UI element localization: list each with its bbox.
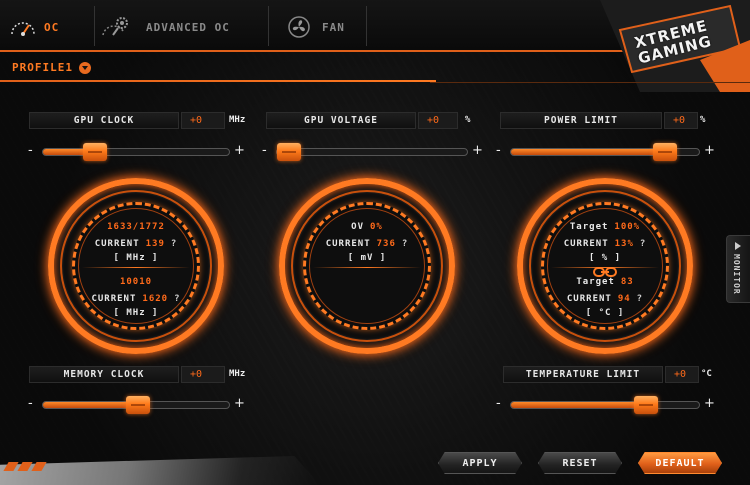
apply-button[interactable]: APPLY — [438, 452, 522, 474]
ov-row: OV 0% — [351, 222, 383, 232]
slider-plus[interactable]: + — [704, 396, 715, 412]
slider-plus[interactable]: + — [234, 143, 245, 159]
expand-arrow-icon — [735, 242, 741, 250]
brand-logo: XTREME GAMING — [580, 0, 750, 92]
slider-track[interactable] — [42, 396, 230, 414]
voltage-unit-readout: [ mV ] — [347, 253, 387, 263]
slider-minus[interactable]: - — [28, 143, 33, 159]
temperature-target-row: Target 83 — [576, 277, 634, 287]
power-limit-unit: % — [700, 115, 706, 125]
power-limit-value[interactable]: +0 — [664, 112, 698, 129]
gpu-clock-label: GPU CLOCK — [29, 112, 179, 129]
tab-divider — [94, 6, 95, 46]
bottom-decoration — [0, 456, 320, 485]
gpu-clock-readout: 1633/1772 — [107, 222, 165, 232]
temperature-limit-unit: °C — [701, 369, 712, 379]
gpu-voltage-slider[interactable]: - + — [262, 143, 484, 161]
slider-track[interactable] — [510, 396, 700, 414]
temperature-unit-readout: [ °C ] — [585, 308, 625, 318]
slider-thumb[interactable] — [125, 396, 150, 414]
stripe-decoration — [3, 462, 47, 471]
slider-fill — [43, 402, 138, 408]
header-divider — [430, 82, 750, 83]
gpu-clock-slider[interactable]: - + — [28, 143, 246, 161]
temperature-limit-label: TEMPERATURE LIMIT — [503, 366, 663, 383]
monitor-tab-label: MONITOR — [732, 254, 741, 295]
default-button[interactable]: DEFAULT — [638, 452, 722, 474]
memory-clock-value[interactable]: +0 — [181, 366, 225, 383]
slider-thumb[interactable] — [277, 143, 301, 161]
tab-divider — [268, 6, 269, 46]
reset-button[interactable]: RESET — [538, 452, 622, 474]
slider-thumb[interactable] — [634, 396, 659, 414]
gpu-voltage-value[interactable]: +0 — [418, 112, 458, 129]
fan-icon — [284, 12, 314, 42]
gauge-icon — [8, 12, 38, 42]
tab-advanced-oc-label: ADVANCED OC — [146, 20, 230, 34]
temperature-limit-value[interactable]: +0 — [665, 366, 699, 383]
gpu-clock-current-row: CURRENT 139? — [94, 239, 178, 249]
slider-minus[interactable]: - — [262, 143, 267, 159]
gpu-voltage-unit: % — [465, 115, 471, 125]
gpu-voltage-label: GPU VOLTAGE — [266, 112, 416, 129]
slider-plus[interactable]: + — [704, 143, 715, 159]
slider-thumb[interactable] — [83, 143, 108, 161]
slider-fill — [511, 149, 666, 155]
voltage-gauge: OV 0% CURRENT 736? [ mV ] — [279, 178, 455, 354]
power-limit-slider[interactable]: - + — [496, 143, 718, 161]
slider-plus[interactable]: + — [472, 143, 483, 159]
tab-divider — [366, 6, 367, 46]
clock-gauge: 1633/1772 CURRENT 139? [ MHz ] 10010 CURR… — [48, 178, 224, 354]
gpu-clock-unit-readout: [ MHz ] — [113, 253, 159, 263]
power-limit-label: POWER LIMIT — [500, 112, 662, 129]
monitor-tab[interactable]: MONITOR — [726, 235, 750, 303]
slider-track[interactable] — [42, 143, 230, 161]
memory-clock-slider[interactable]: - + — [28, 396, 246, 414]
temperature-limit-slider[interactable]: - + — [496, 396, 718, 414]
memory-clock-readout: 10010 — [119, 277, 153, 287]
slider-minus[interactable]: - — [496, 143, 501, 159]
gpu-clock-value[interactable]: +0 — [181, 112, 225, 129]
tab-advanced-oc[interactable]: ADVANCED OC — [100, 8, 230, 46]
slider-track[interactable] — [510, 143, 700, 161]
tab-fan-label: FAN — [322, 20, 345, 34]
header-divider — [0, 80, 436, 82]
power-target-row: Target 100% — [569, 222, 641, 232]
tab-oc-label: OC — [44, 20, 60, 34]
tab-oc[interactable]: OC — [8, 8, 59, 46]
memory-clock-current-row: CURRENT 1620? — [91, 294, 181, 304]
slider-minus[interactable]: - — [496, 396, 501, 412]
link-icon[interactable] — [593, 262, 617, 277]
dropdown-arrow-icon[interactable] — [78, 61, 91, 74]
gauge-divider — [313, 267, 421, 268]
voltage-current-row: CURRENT 736? — [325, 239, 409, 249]
slider-thumb[interactable] — [653, 143, 678, 161]
gauge-divider — [82, 267, 190, 268]
tab-fan[interactable]: FAN — [284, 8, 345, 46]
profile-label: PROFILE1 — [12, 61, 73, 74]
profile-selector[interactable]: PROFILE1 — [12, 61, 91, 74]
slider-plus[interactable]: + — [234, 396, 245, 412]
memory-clock-unit: MHz — [229, 369, 246, 379]
slider-track[interactable] — [276, 143, 468, 161]
gauge-gear-icon — [100, 12, 130, 42]
power-temperature-gauge: Target 100% CURRENT 13%? [ % ] Target 83 CU… — [517, 178, 693, 354]
slider-minus[interactable]: - — [28, 396, 33, 412]
temperature-current-row: CURRENT 94? — [566, 294, 644, 304]
gpu-clock-unit: MHz — [229, 115, 246, 125]
power-current-row: CURRENT 13%? — [563, 239, 647, 249]
memory-clock-unit-readout: [ MHz ] — [113, 308, 159, 318]
app-window: OC ADVANCED OC FAN XTREME GAMING PROFILE… — [0, 0, 750, 485]
slider-fill — [511, 402, 647, 408]
memory-clock-label: MEMORY CLOCK — [29, 366, 179, 383]
